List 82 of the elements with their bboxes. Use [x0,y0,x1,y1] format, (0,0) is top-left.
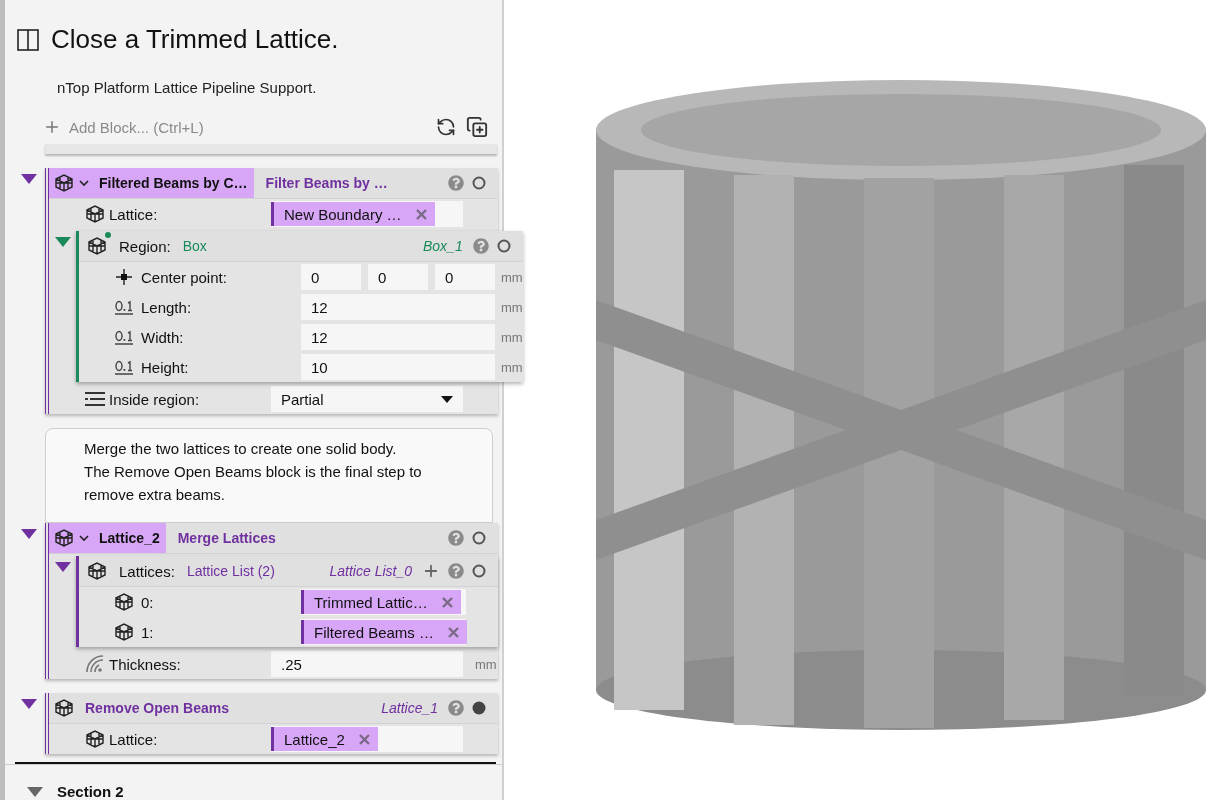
panel-icon[interactable] [17,28,39,51]
unit-label: mm [501,359,523,375]
field-label: Lattice: [109,205,159,223]
scalar-icon [114,329,134,345]
block-label: Lattices: [119,562,175,580]
plus-icon [43,118,61,136]
chevron-icon[interactable] [79,534,89,542]
number-field[interactable]: 12 [301,324,495,350]
chevron-icon[interactable] [79,179,89,187]
list-icon [84,391,106,407]
field-label: Inside region: [109,390,201,408]
refresh-icon[interactable] [436,117,456,137]
lattice-chip[interactable]: Lattice_2 [271,727,378,751]
help-icon[interactable] [448,563,464,579]
unit-label: mm [501,329,523,345]
scalar-icon [114,299,134,315]
help-icon[interactable] [472,238,489,254]
remove-icon[interactable] [441,596,453,608]
lattice-icon [86,560,108,582]
field-label: 0: [141,593,155,611]
lattice-icon [53,172,75,194]
collapse-triangle-icon[interactable] [54,237,71,247]
help-icon[interactable] [448,530,464,546]
lattice-icon [53,527,75,549]
variable-name: Lattice List_0 [329,563,412,579]
field-label: Length: [141,298,193,316]
dropdown[interactable]: Partial [271,386,463,412]
field-label: Width: [141,328,185,346]
thickness-icon [85,654,105,674]
lattice-chip[interactable]: New Boundary … [271,202,435,226]
remove-icon[interactable] [415,208,427,220]
collapse-triangle-icon[interactable] [21,529,37,539]
lattice-icon [84,203,106,225]
help-icon[interactable] [448,175,464,191]
dropdown-caret-icon [441,395,453,403]
variable-name: Box_1 [422,238,463,254]
remove-icon[interactable] [358,733,370,745]
unit-label: mm [501,299,523,315]
field-label: 1: [141,623,155,641]
lattice-chip[interactable]: Filtered Beams … [301,620,468,644]
copy-plus-icon[interactable] [466,116,488,138]
block-type: Remove Open Beams [85,700,229,716]
block-type: Box [182,238,207,254]
remove-icon[interactable] [448,626,460,638]
block-type: Filter Beams by … [265,175,388,191]
scalar-icon [114,359,134,375]
collapse-triangle-icon[interactable] [54,562,71,572]
block-type: Lattice List (2) [186,563,275,579]
lattice-icon [86,235,108,257]
section-triangle-icon[interactable] [27,786,43,797]
help-icon[interactable] [448,700,464,716]
field-label: Thickness: [109,655,182,673]
notebook-description: nTop Platform Lattice Pipeline Support. [57,79,318,96]
unit-label: mm [475,656,497,672]
field-label: Lattice: [109,730,159,748]
section-header[interactable]: Section 2 [5,764,502,800]
block-name-tag[interactable]: Filtered Beams by C… [49,168,254,198]
variable-name: Lattice_1 [381,700,438,716]
point-icon [114,267,134,287]
coordinate-field[interactable]: 0 [301,264,361,290]
note-text: Merge the two lattices to create one solid body. The Remove Open Beams block is the final step to remove extra beams. [45,428,493,523]
field-label: Center point: [141,268,228,286]
block-name-tag[interactable]: Lattice_2 [49,523,166,553]
number-field[interactable]: 10 [301,354,495,380]
unit-label: mm [501,269,523,285]
add-icon[interactable] [422,562,440,580]
number-field[interactable]: 12 [301,294,495,320]
collapse-triangle-icon[interactable] [21,174,37,184]
number-field[interactable]: .25 [271,651,463,677]
notebook-title: Close a Trimmed Lattice. [51,24,339,55]
lattice-icon [113,621,135,643]
coordinate-field[interactable]: 0 [435,264,495,290]
block-type: Merge Lattices [177,530,276,546]
lattice-field[interactable]: New Boundary … [271,201,463,227]
block-label: Region: [119,237,171,255]
lattice-icon [84,728,106,750]
lattice-field[interactable]: Lattice_2 [271,726,463,752]
coordinate-field[interactable]: 0 [368,264,428,290]
lattice-icon [53,697,75,719]
lattice-icon [113,591,135,613]
field-label: Height: [141,358,190,376]
collapse-triangle-icon[interactable] [21,699,37,709]
